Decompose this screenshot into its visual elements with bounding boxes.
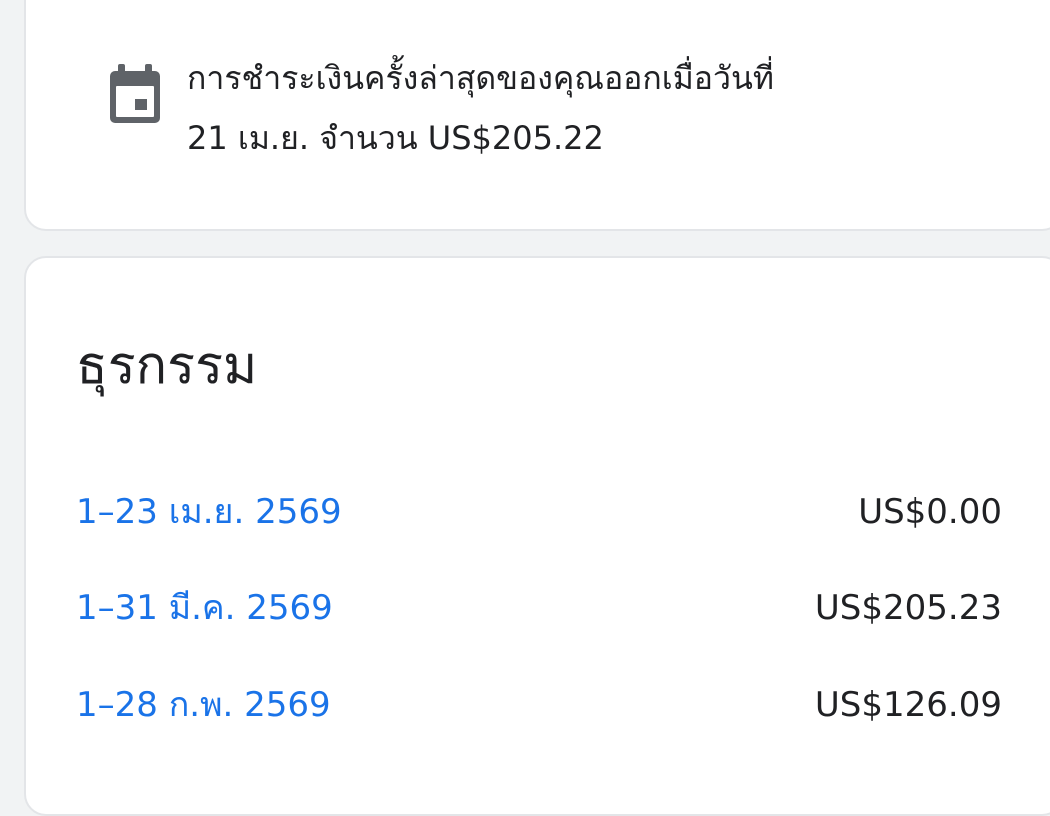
transaction-period-link[interactable]: 1–28 ก.พ. 2569 (76, 680, 331, 730)
transaction-amount: US$0.00 (858, 492, 1002, 532)
last-payment-message-line1: การชำระเงินครั้งล่าสุดของคุณออกเมื่อวันท… (187, 59, 774, 97)
transaction-row[interactable]: 1–23 เม.ย. 2569 US$0.00 (76, 487, 1002, 537)
transaction-period-link[interactable]: 1–23 เม.ย. 2569 (76, 487, 342, 537)
last-payment-message-line2: 21 เม.ย. จำนวน US$205.22 (187, 119, 604, 157)
calendar-icon (107, 62, 163, 126)
transaction-period-link[interactable]: 1–31 มี.ค. 2569 (76, 583, 333, 633)
last-payment-message: การชำระเงินครั้งล่าสุดของคุณออกเมื่อวันท… (187, 48, 947, 168)
transactions-title: ธุรกรรม (76, 336, 258, 396)
transaction-amount: US$126.09 (814, 685, 1002, 725)
transaction-row[interactable]: 1–31 มี.ค. 2569 US$205.23 (76, 583, 1002, 633)
transaction-row[interactable]: 1–28 ก.พ. 2569 US$126.09 (76, 680, 1002, 730)
transaction-amount: US$205.23 (814, 588, 1002, 628)
